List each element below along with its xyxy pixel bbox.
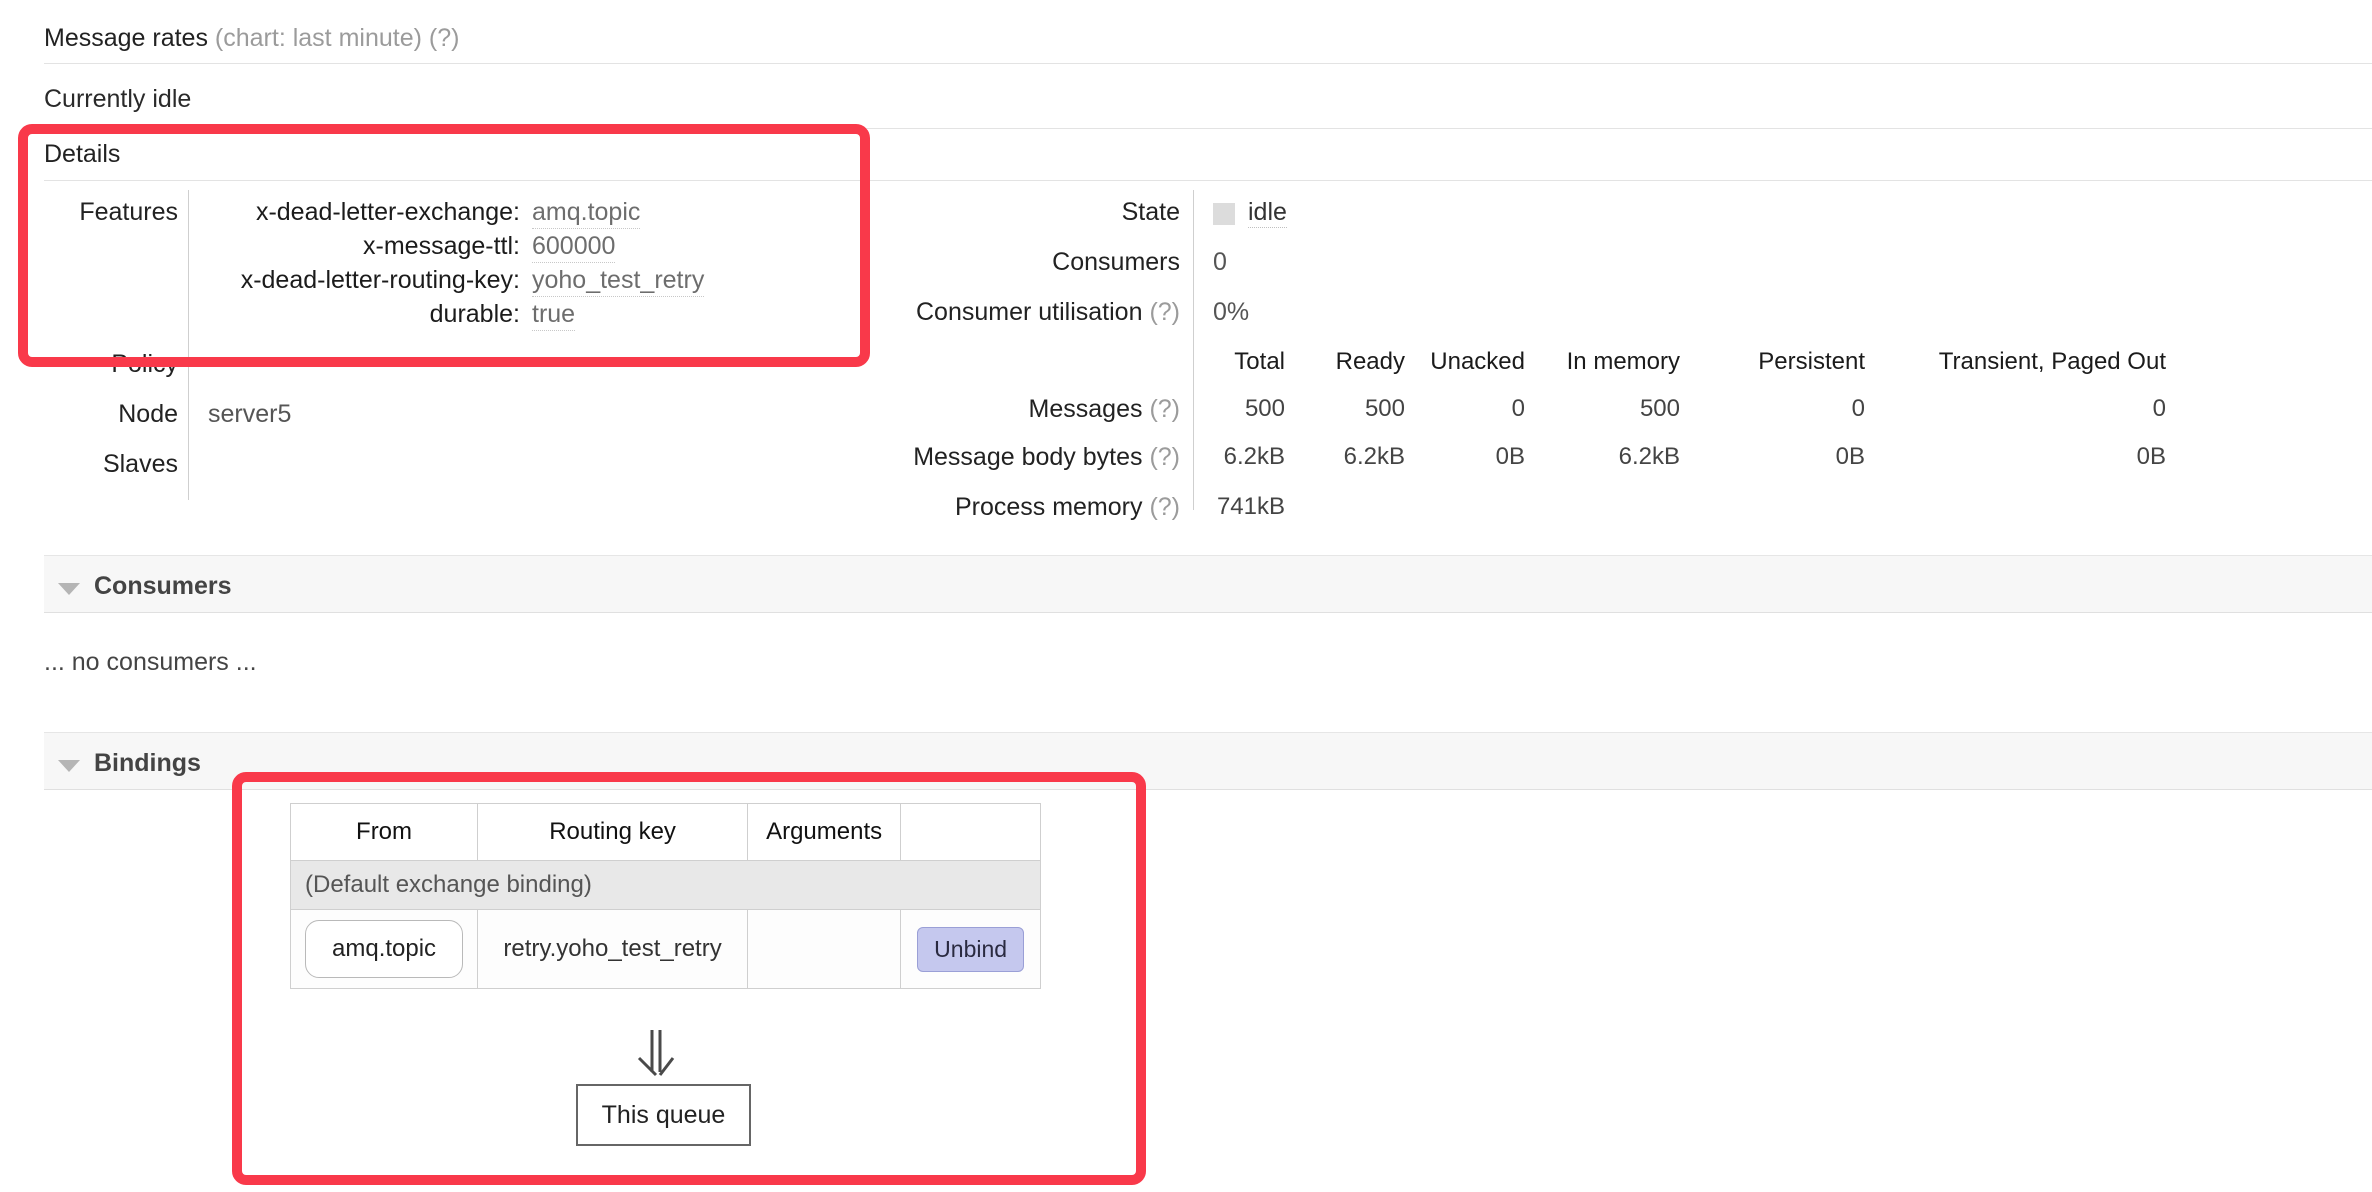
features-label: Features xyxy=(79,198,178,226)
consumers-empty-text: ... no consumers ... xyxy=(44,648,257,676)
details-left-divider xyxy=(188,190,189,500)
bindings-col-routing-key[interactable]: Routing key xyxy=(477,803,749,861)
consumer-utilisation-help-icon[interactable]: (?) xyxy=(1149,298,1180,326)
consumers-count-value: 0 xyxy=(1213,248,1227,276)
node-value: server5 xyxy=(208,400,292,428)
message-rates-chart-note: (chart: last minute) xyxy=(214,24,422,52)
bindings-section-title: Bindings xyxy=(94,749,201,777)
message-body-bytes-unacked: 0B xyxy=(1495,443,1525,470)
binding-action-cell: Unbind xyxy=(900,909,1042,989)
binding-arguments-cell xyxy=(747,909,902,989)
unbind-button[interactable]: Unbind xyxy=(917,926,1025,972)
binding-routing-key-value: retry.yoho_test_retry xyxy=(503,935,722,962)
divider-under-message-rates xyxy=(44,63,2372,64)
node-label: Node xyxy=(118,400,178,428)
messages-transient-paged-out: 0 xyxy=(2152,395,2166,422)
feature-value-0: amq.topic xyxy=(532,198,641,229)
consumer-utilisation-label: Consumer utilisation (?) xyxy=(915,298,1180,326)
messages-total: 500 xyxy=(1244,395,1285,422)
consumers-collapse-chevron-icon[interactable] xyxy=(58,583,80,595)
message-body-bytes-in-memory: 6.2kB xyxy=(1618,443,1680,470)
consumers-section-title: Consumers xyxy=(94,572,232,600)
feature-value-1: 600000 xyxy=(532,232,616,263)
divider-under-details-title xyxy=(44,180,2372,181)
messages-ready: 500 xyxy=(1364,395,1405,422)
bindings-table-header-row: From Routing key Arguments xyxy=(289,803,1042,861)
bindings-col-arguments[interactable]: Arguments xyxy=(747,803,902,861)
bindings-table: From Routing key Arguments (Default exch… xyxy=(289,803,1042,989)
stats-column-persistent: Persistent xyxy=(1758,348,1865,375)
feature-key-2: x-dead-letter-routing-key: xyxy=(240,266,520,294)
bindings-collapse-chevron-icon[interactable] xyxy=(58,760,80,772)
consumers-count-label: Consumers xyxy=(1052,248,1180,276)
state-label: State xyxy=(1121,198,1180,226)
slaves-label: Slaves xyxy=(102,450,178,478)
message-body-bytes-transient-paged-out: 0B xyxy=(2136,443,2166,470)
process-memory-total: 741kB xyxy=(1216,493,1285,520)
stats-column-unacked: Unacked xyxy=(1430,348,1525,375)
bindings-col-actions xyxy=(900,803,1042,861)
bindings-section-bar[interactable] xyxy=(44,732,2372,790)
bindings-default-binding-row: (Default exchange binding) xyxy=(289,860,1042,910)
message-rates-status: Currently idle xyxy=(44,85,192,113)
stats-row-message-body-bytes-label: Message body bytes (?) xyxy=(913,443,1180,471)
feature-value-2: yoho_test_retry xyxy=(532,266,705,297)
message-body-bytes-ready: 6.2kB xyxy=(1343,443,1405,470)
binding-from-exchange-link[interactable]: amq.topic xyxy=(305,920,464,978)
this-queue-box: This queue xyxy=(576,1084,751,1146)
divider-under-status xyxy=(44,128,2372,129)
message-rates-heading: Message rates (chart: last minute) (?) xyxy=(44,24,459,53)
feature-key-3: durable: xyxy=(429,300,520,328)
message-rates-title: Message rates xyxy=(44,24,208,52)
consumer-utilisation-value: 0% xyxy=(1213,298,1250,326)
stats-row-messages-label: Messages (?) xyxy=(1028,395,1180,423)
bindings-col-from[interactable]: From xyxy=(289,803,479,861)
stats-column-in-memory: In memory xyxy=(1566,348,1680,375)
default-exchange-binding-text: (Default exchange binding) xyxy=(289,860,1042,910)
table-row: amq.topic retry.yoho_test_retry Unbind xyxy=(289,909,1042,989)
stats-column-total: Total xyxy=(1234,348,1285,375)
message-body-bytes-total: 6.2kB xyxy=(1223,443,1285,470)
policy-label: Policy xyxy=(111,350,178,378)
stats-column-ready: Ready xyxy=(1335,348,1405,375)
stats-row-process-memory-label: Process memory (?) xyxy=(954,493,1180,521)
feature-value-3: true xyxy=(532,300,576,331)
binding-routing-key-cell: retry.yoho_test_retry xyxy=(477,909,749,989)
binding-from-cell: amq.topic xyxy=(289,909,479,989)
stats-column-transient-paged-out: Transient, Paged Out xyxy=(1938,348,2166,375)
message-body-bytes-persistent: 0B xyxy=(1835,443,1865,470)
consumers-section-bar[interactable] xyxy=(44,555,2372,613)
feature-key-0: x-dead-letter-exchange: xyxy=(255,198,520,226)
binding-flow-arrow-icon xyxy=(637,1030,675,1077)
state-value: idle xyxy=(1248,198,1287,228)
message-rates-help-icon[interactable]: (?) xyxy=(429,24,460,52)
messages-in-memory: 500 xyxy=(1639,395,1680,422)
feature-key-1: x-message-ttl: xyxy=(363,232,520,260)
details-title: Details xyxy=(44,140,121,168)
messages-unacked: 0 xyxy=(1511,395,1525,422)
messages-persistent: 0 xyxy=(1851,395,1865,422)
state-indicator-icon xyxy=(1213,203,1235,225)
